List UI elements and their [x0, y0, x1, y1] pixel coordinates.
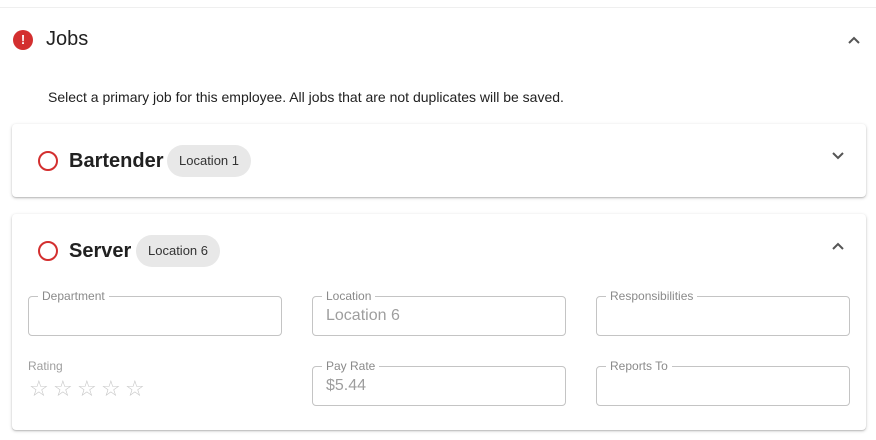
error-icon: !	[13, 30, 33, 50]
rating-label: Rating	[28, 359, 63, 373]
star-outline-icon[interactable]: ☆	[53, 376, 77, 402]
job-card-bartender[interactable]: Bartender Location 1	[12, 124, 866, 197]
job-title: Server	[69, 240, 132, 262]
location-value: Location 6	[326, 307, 400, 324]
department-field[interactable]: Department	[28, 289, 282, 336]
radio-unchecked-icon[interactable]	[38, 241, 58, 261]
department-label: Department	[38, 289, 109, 303]
chevron-up-icon[interactable]	[846, 32, 862, 48]
responsibilities-label: Responsibilities	[606, 289, 698, 303]
pay-rate-label: Pay Rate	[322, 359, 380, 373]
section-title: Jobs	[46, 28, 89, 50]
responsibilities-field[interactable]: Responsibilities	[596, 289, 850, 336]
jobs-section-header[interactable]: ! Jobs	[0, 18, 876, 62]
rating-stars[interactable]: ☆ ☆ ☆ ☆ ☆	[29, 376, 149, 402]
star-outline-icon[interactable]: ☆	[29, 376, 53, 402]
chevron-up-icon[interactable]	[830, 238, 846, 254]
reports-to-field[interactable]: Reports To	[596, 359, 850, 406]
location-label: Location	[322, 289, 376, 303]
radio-unchecked-icon[interactable]	[38, 151, 58, 171]
reports-to-label: Reports To	[606, 359, 672, 373]
star-outline-icon[interactable]: ☆	[77, 376, 101, 402]
location-chip: Location 6	[136, 235, 220, 267]
job-card-server[interactable]: Server Location 6 Department Location Lo…	[12, 214, 866, 430]
pay-rate-value: $5.44	[326, 377, 367, 394]
star-outline-icon[interactable]: ☆	[125, 376, 149, 402]
pay-rate-field[interactable]: Pay Rate $5.44	[312, 359, 566, 406]
section-divider	[0, 7, 876, 8]
location-field[interactable]: Location Location 6	[312, 289, 566, 336]
job-title: Bartender	[69, 150, 164, 172]
instructions-text: Select a primary job for this employee. …	[48, 89, 564, 105]
star-outline-icon[interactable]: ☆	[101, 376, 125, 402]
chevron-down-icon[interactable]	[830, 148, 846, 164]
location-chip: Location 1	[167, 145, 251, 177]
